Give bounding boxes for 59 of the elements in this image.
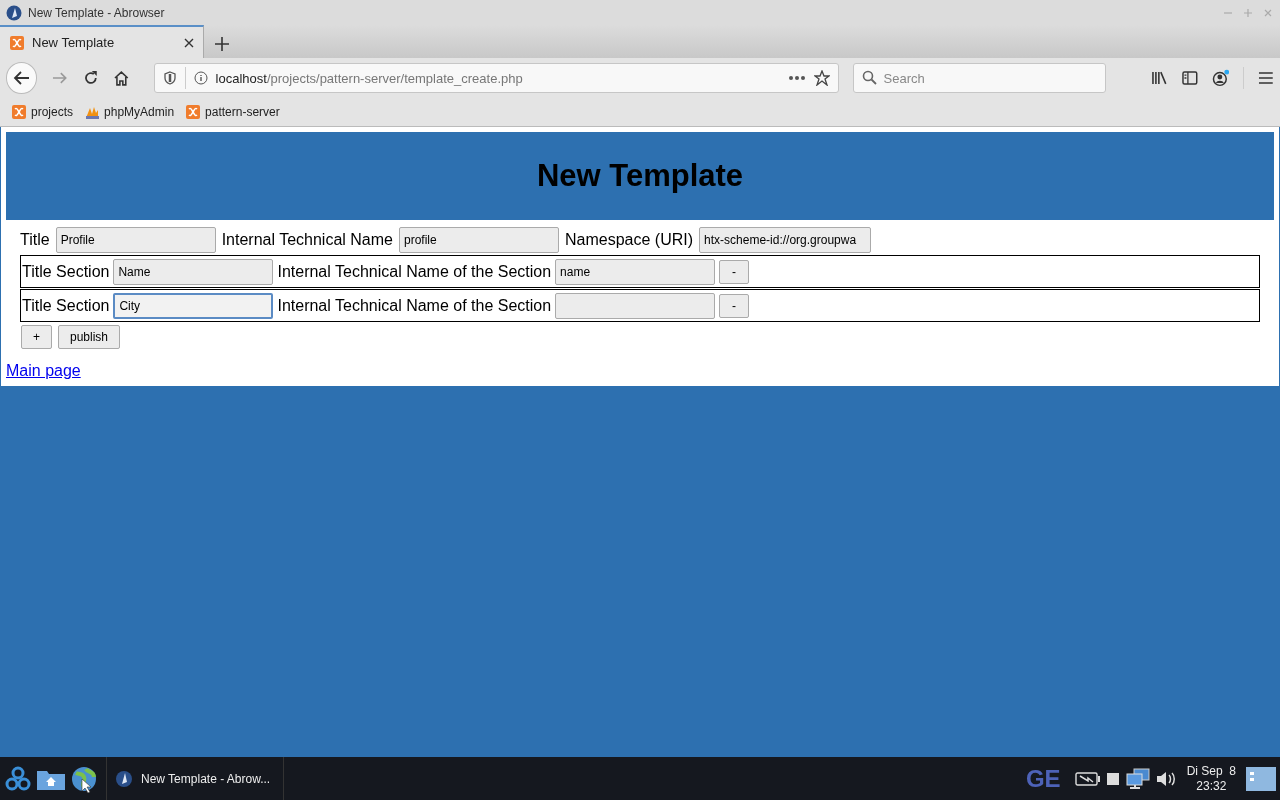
main-page-link[interactable]: Main page [6,362,81,380]
triskelion-logo-icon[interactable] [4,764,32,793]
field-label: Title Section [22,296,110,315]
page-heading: New Template [6,132,1274,220]
account-icon[interactable] [1211,69,1230,87]
close-icon[interactable] [183,36,195,49]
home-icon[interactable] [112,69,130,87]
bookmark-link[interactable]: pattern-server [186,105,280,119]
text-field[interactable]: profile [399,227,559,253]
xampp-icon [12,105,26,119]
clock-time: 23:32 [1196,778,1227,794]
back-button[interactable] [6,62,38,94]
show-desktop-icon[interactable] [1246,766,1276,791]
browser-logo-icon [6,4,22,21]
reload-icon[interactable] [83,70,99,86]
xampp-icon [10,35,24,50]
field-label: Internal Technical Name of the Section [277,262,552,281]
search-icon [861,70,877,85]
taskbar-window-button[interactable]: New Template - Abrow... [106,757,284,800]
field-label: Internal Technical Name [221,231,393,249]
publish-button[interactable]: publish [58,325,121,349]
menu-icon[interactable] [1258,71,1275,85]
star-icon[interactable] [813,70,830,86]
back-arrow-icon [12,69,31,87]
remove-section-button[interactable]: - [719,259,750,284]
search-field[interactable]: Search [852,63,1106,93]
volume-icon[interactable] [1154,769,1177,788]
browser-logo-icon [115,769,133,788]
text-field[interactable]: Profile [55,227,216,253]
sidebar-icon[interactable] [1181,71,1198,85]
new-tab-icon[interactable] [214,36,230,52]
window-title: New Template - Abrowser [28,5,165,20]
field-label: Title [20,231,50,249]
network-computers-icon[interactable] [1124,767,1151,790]
library-icon[interactable] [1151,70,1168,86]
square-icon[interactable] [1104,770,1121,787]
add-section-button[interactable]: + [21,325,52,349]
xampp-icon [186,105,201,119]
address-bar[interactable]: localhost/projects/pattern-server/template_create.php [153,63,839,93]
bookmark-link[interactable]: phpMyAdmin [85,105,175,119]
field-label: Internal Technical Name of the Section [277,296,552,315]
browser-tab[interactable]: New Template [0,25,204,58]
more-icon[interactable] [787,75,806,81]
shield-icon [162,71,177,85]
clock[interactable]: Di Sep 8 23:32 [1186,763,1236,794]
bookmark-link[interactable]: projects [12,105,74,119]
text-field[interactable]: Name [113,258,274,285]
clock-date: Di Sep 8 [1186,763,1236,779]
info-icon [193,71,208,85]
field-label: Namespace (URI) [565,231,694,249]
text-field[interactable]: htx-scheme-id://org.groupwa [699,227,872,253]
battery-icon[interactable] [1074,771,1101,786]
globe-cursor-icon[interactable] [70,764,98,793]
text-field[interactable]: City [113,292,274,319]
text-field[interactable]: name [555,258,716,285]
url-text: localhost/projects/pattern-server/template_create.php [215,70,524,86]
field-label: Title Section [22,262,110,281]
text-field[interactable] [555,292,716,319]
remove-section-button[interactable]: - [719,293,750,318]
